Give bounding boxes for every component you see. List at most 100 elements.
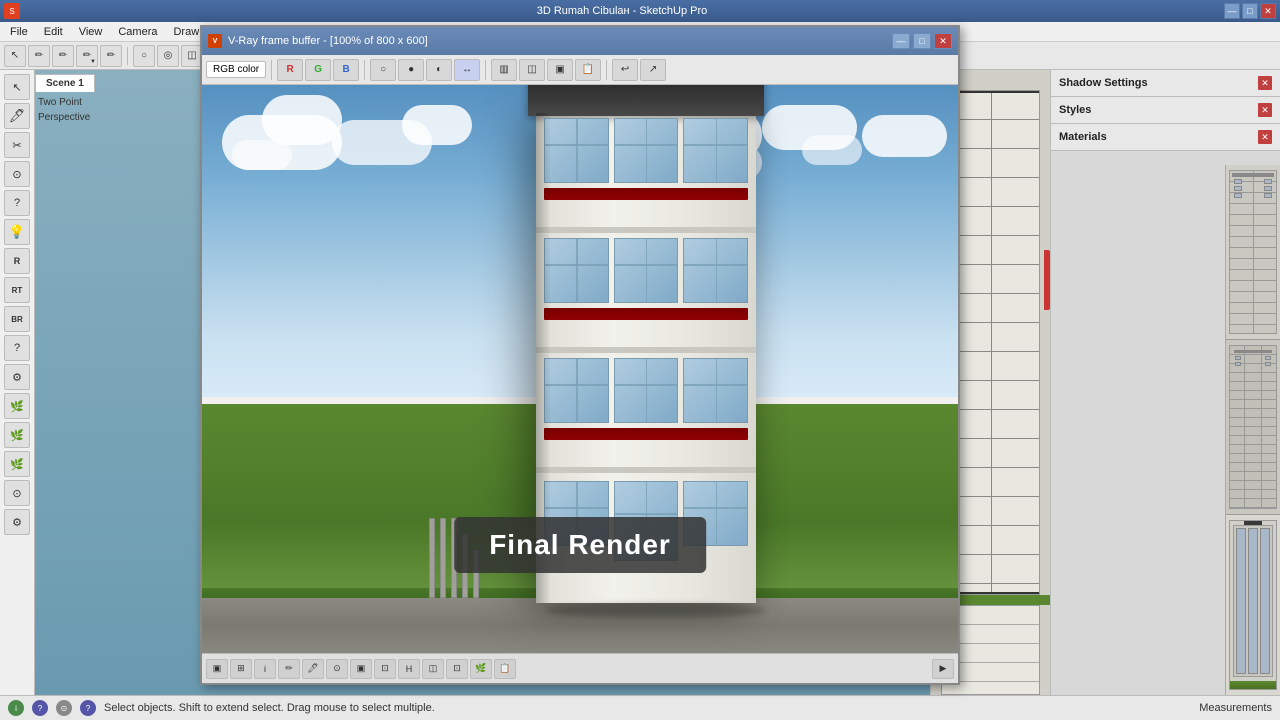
- vray-bottom-btn-11[interactable]: 🌿: [470, 659, 492, 679]
- paint-tool-btn[interactable]: ✏: [28, 45, 50, 67]
- vray-lut-btn[interactable]: ○: [370, 59, 396, 81]
- query-tool[interactable]: ?: [4, 335, 30, 361]
- select-tool-btn[interactable]: ↖: [4, 45, 26, 67]
- final-render-badge: Final Render: [454, 517, 706, 573]
- vray-compare-btn[interactable]: ▥: [491, 59, 517, 81]
- plant-tool-2[interactable]: 🌿: [4, 422, 30, 448]
- window-f2-3: [683, 358, 748, 423]
- help-tool[interactable]: ?: [4, 190, 30, 216]
- vray-bottom-btn-7[interactable]: ▣: [350, 659, 372, 679]
- vray-bottom-btn-8[interactable]: ⊡: [374, 659, 396, 679]
- freehand-tool-btn[interactable]: ✏: [100, 45, 122, 67]
- vray-bottom-btn-5[interactable]: 🖊: [302, 659, 324, 679]
- balcony-bar-f2: [544, 428, 748, 440]
- color-mode-dropdown[interactable]: RGB color: [206, 61, 266, 78]
- right-thumbnail: [1225, 165, 1280, 695]
- vray-scroll-right[interactable]: ▶: [932, 659, 954, 679]
- shadow-settings-panel[interactable]: Shadow Settings ✕: [1051, 70, 1280, 97]
- vray-bottom-btn-10[interactable]: ⊡: [446, 659, 468, 679]
- vray-bottom-btn-3[interactable]: i: [254, 659, 276, 679]
- window-f3-3: [683, 238, 748, 303]
- vray-sep-3: [485, 60, 486, 80]
- vray-b-channel[interactable]: B: [333, 59, 359, 81]
- vray-bottom-btn-6[interactable]: ⊙: [326, 659, 348, 679]
- vray-g-channel[interactable]: G: [305, 59, 331, 81]
- view-label: Perspective: [38, 110, 90, 125]
- app-icon: S: [4, 3, 20, 19]
- status-icon-2[interactable]: ?: [32, 700, 48, 716]
- plant-tool-3[interactable]: 🌿: [4, 451, 30, 477]
- arc-tool-btn[interactable]: ✏▼: [76, 45, 98, 67]
- maximize-button[interactable]: □: [1242, 3, 1258, 19]
- status-icon-1[interactable]: i: [8, 700, 24, 716]
- vray-window-title: V-Ray frame buffer - [100% of 800 x 600]: [228, 35, 428, 47]
- scene-tab-1[interactable]: Scene 1: [35, 74, 95, 92]
- menu-edit[interactable]: Edit: [38, 24, 69, 40]
- br-tool[interactable]: BR: [4, 306, 30, 332]
- status-icon-4[interactable]: ?: [80, 700, 96, 716]
- status-message: Select objects. Shift to extend select. …: [104, 702, 435, 714]
- vray-toolbar: RGB color R G B ○ ● ◐ ↔ ▥ ◫ ▣ 📋 ↩ ↗: [202, 55, 958, 85]
- styles-panel[interactable]: Styles ✕: [1051, 97, 1280, 124]
- vray-render-area: Final Render: [202, 85, 958, 653]
- vray-maximize-btn[interactable]: □: [913, 33, 931, 49]
- status-left-area: i ? ⊙ ? Select objects. Shift to extend …: [8, 700, 435, 716]
- window-f4-1: [544, 118, 609, 183]
- circle-tool-btn[interactable]: ○: [133, 45, 155, 67]
- materials-panel[interactable]: Materials ✕: [1051, 124, 1280, 151]
- vray-region-btn[interactable]: ◫: [519, 59, 545, 81]
- shadow-settings-close[interactable]: ✕: [1258, 76, 1272, 90]
- status-bar: i ? ⊙ ? Select objects. Shift to extend …: [0, 695, 1280, 720]
- window-controls: — □ ✕: [1224, 3, 1276, 19]
- vray-close-btn[interactable]: ✕: [934, 33, 952, 49]
- light-tool[interactable]: 💡: [4, 219, 30, 245]
- paint-tool[interactable]: 🖊: [4, 103, 30, 129]
- vray-bottom-btn-2[interactable]: ⊞: [230, 659, 252, 679]
- vray-bottom-btn-9[interactable]: ◫: [422, 659, 444, 679]
- erase-tool[interactable]: ✂: [4, 132, 30, 158]
- vray-r-channel[interactable]: R: [277, 59, 303, 81]
- settings-tool[interactable]: ⚙: [4, 364, 30, 390]
- projection-label: Two Point: [38, 95, 90, 110]
- menu-file[interactable]: File: [4, 24, 34, 40]
- vray-load-btn[interactable]: ↗: [640, 59, 666, 81]
- vray-bottom-btn-1[interactable]: ▣: [206, 659, 228, 679]
- vray-bottom-btn-h[interactable]: H: [398, 659, 420, 679]
- menu-view[interactable]: View: [73, 24, 109, 40]
- render-roof: [528, 85, 764, 116]
- plant-tool-1[interactable]: 🌿: [4, 393, 30, 419]
- r-tool[interactable]: R: [4, 248, 30, 274]
- line-tool-btn[interactable]: ✏: [52, 45, 74, 67]
- window-f3-1: [544, 238, 609, 303]
- vray-copy-btn[interactable]: 📋: [575, 59, 601, 81]
- panel-resize-handle[interactable]: [1044, 250, 1050, 310]
- vray-cc-btn[interactable]: ●: [398, 59, 424, 81]
- vray-sep-2: [364, 60, 365, 80]
- vray-minimize-btn[interactable]: —: [892, 33, 910, 49]
- offset-tool-btn[interactable]: ◎: [157, 45, 179, 67]
- orbit-tool[interactable]: ⊙: [4, 161, 30, 187]
- menu-camera[interactable]: Camera: [112, 24, 163, 40]
- window-f3-2: [614, 238, 679, 303]
- scene-tabs-bar: Scene 1: [35, 70, 95, 92]
- vray-cursor-btn[interactable]: ↔: [454, 59, 480, 81]
- vray-window-controls: — □ ✕: [892, 33, 952, 49]
- status-icon-3[interactable]: ⊙: [56, 700, 72, 716]
- title-bar: S 3D Rumah Cibulан - SketchUp Pro — □ ✕: [0, 0, 1280, 22]
- vray-bottom-btn-4[interactable]: ✏: [278, 659, 300, 679]
- circle-tool[interactable]: ⊙: [4, 480, 30, 506]
- vray-save-btn[interactable]: ↩: [612, 59, 638, 81]
- measurements-label: Measurements: [1199, 702, 1272, 714]
- vray-exposure-btn[interactable]: ◐: [426, 59, 452, 81]
- rt-tool[interactable]: RT: [4, 277, 30, 303]
- vray-bottom-btn-12[interactable]: 📋: [494, 659, 516, 679]
- styles-close[interactable]: ✕: [1258, 103, 1272, 117]
- gear-tool[interactable]: ⚙: [4, 509, 30, 535]
- vray-stamp-btn[interactable]: ▣: [547, 59, 573, 81]
- close-button[interactable]: ✕: [1260, 3, 1276, 19]
- select-tool[interactable]: ↖: [4, 74, 30, 100]
- vray-title-bar[interactable]: V V-Ray frame buffer - [100% of 800 x 60…: [202, 27, 958, 55]
- minimize-button[interactable]: —: [1224, 3, 1240, 19]
- window-f2-1: [544, 358, 609, 423]
- materials-close[interactable]: ✕: [1258, 130, 1272, 144]
